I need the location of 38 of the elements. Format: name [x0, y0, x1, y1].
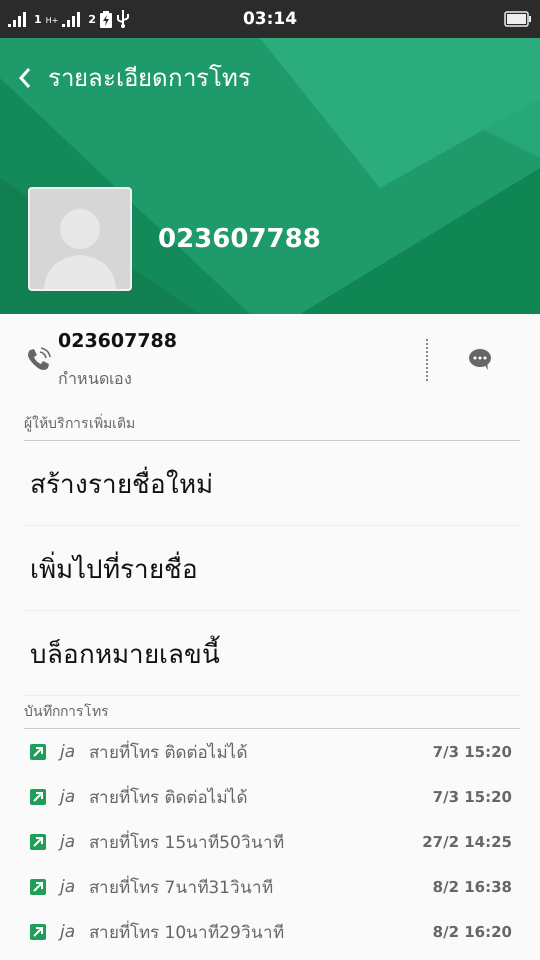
outgoing-call-icon — [30, 924, 46, 940]
number-type: กำหนดเอง — [58, 368, 133, 390]
call-time: 7/3 15:20 — [432, 788, 512, 806]
action-item[interactable]: เพิ่มไปที่รายชื่อ — [24, 526, 520, 611]
section-label: ผู้ให้บริการเพิ่มเติม — [24, 406, 520, 440]
outgoing-call-icon — [30, 744, 46, 760]
call-time: 8/2 16:20 — [432, 922, 512, 940]
outgoing-call-icon — [30, 788, 46, 804]
message-icon[interactable] — [468, 348, 494, 372]
sim-name: ja — [60, 742, 76, 762]
call-description: สายที่โทร ติดต่อไม่ได้ — [89, 783, 419, 810]
outgoing-call-icon — [30, 834, 46, 850]
network-label: H+ — [46, 16, 58, 25]
call-time: 7/3 15:20 — [432, 742, 512, 760]
sim-name: ja — [60, 832, 76, 852]
section-label: บันทึกการโทร — [24, 702, 110, 722]
action-item[interactable]: สร้างรายชื่อใหม่ — [24, 441, 520, 526]
call-description: สายที่โทร 15นาที50วินาที — [89, 828, 408, 855]
call-description: สายที่โทร 7นาที31วินาที — [89, 873, 419, 900]
back-icon[interactable] — [18, 66, 32, 88]
sim-name: ja — [60, 786, 76, 806]
call-time: 8/2 16:38 — [432, 878, 512, 896]
call-time: 27/2 14:25 — [422, 832, 512, 850]
sim-label: 1 — [34, 12, 42, 26]
clock: 03:14 — [242, 9, 298, 29]
contact-name: 023607788 — [158, 224, 321, 254]
screen-title: รายละเอียดการโทร — [48, 63, 251, 94]
battery-icon — [504, 11, 532, 27]
phone-number: 023607788 — [58, 330, 178, 352]
outgoing-call-icon — [30, 878, 46, 894]
sim-label: 2 — [88, 12, 96, 26]
action-item[interactable]: บล็อกหมายเลขนี้ — [24, 611, 520, 696]
call-description: สายที่โทร ติดต่อไม่ได้ — [89, 738, 419, 765]
sim-name: ja — [60, 922, 76, 942]
battery-charging-icon — [100, 10, 112, 28]
usb-icon — [116, 10, 130, 28]
sim-name: ja — [60, 876, 76, 896]
call-description: สายที่โทร 10นาที29วินาที — [89, 918, 419, 945]
